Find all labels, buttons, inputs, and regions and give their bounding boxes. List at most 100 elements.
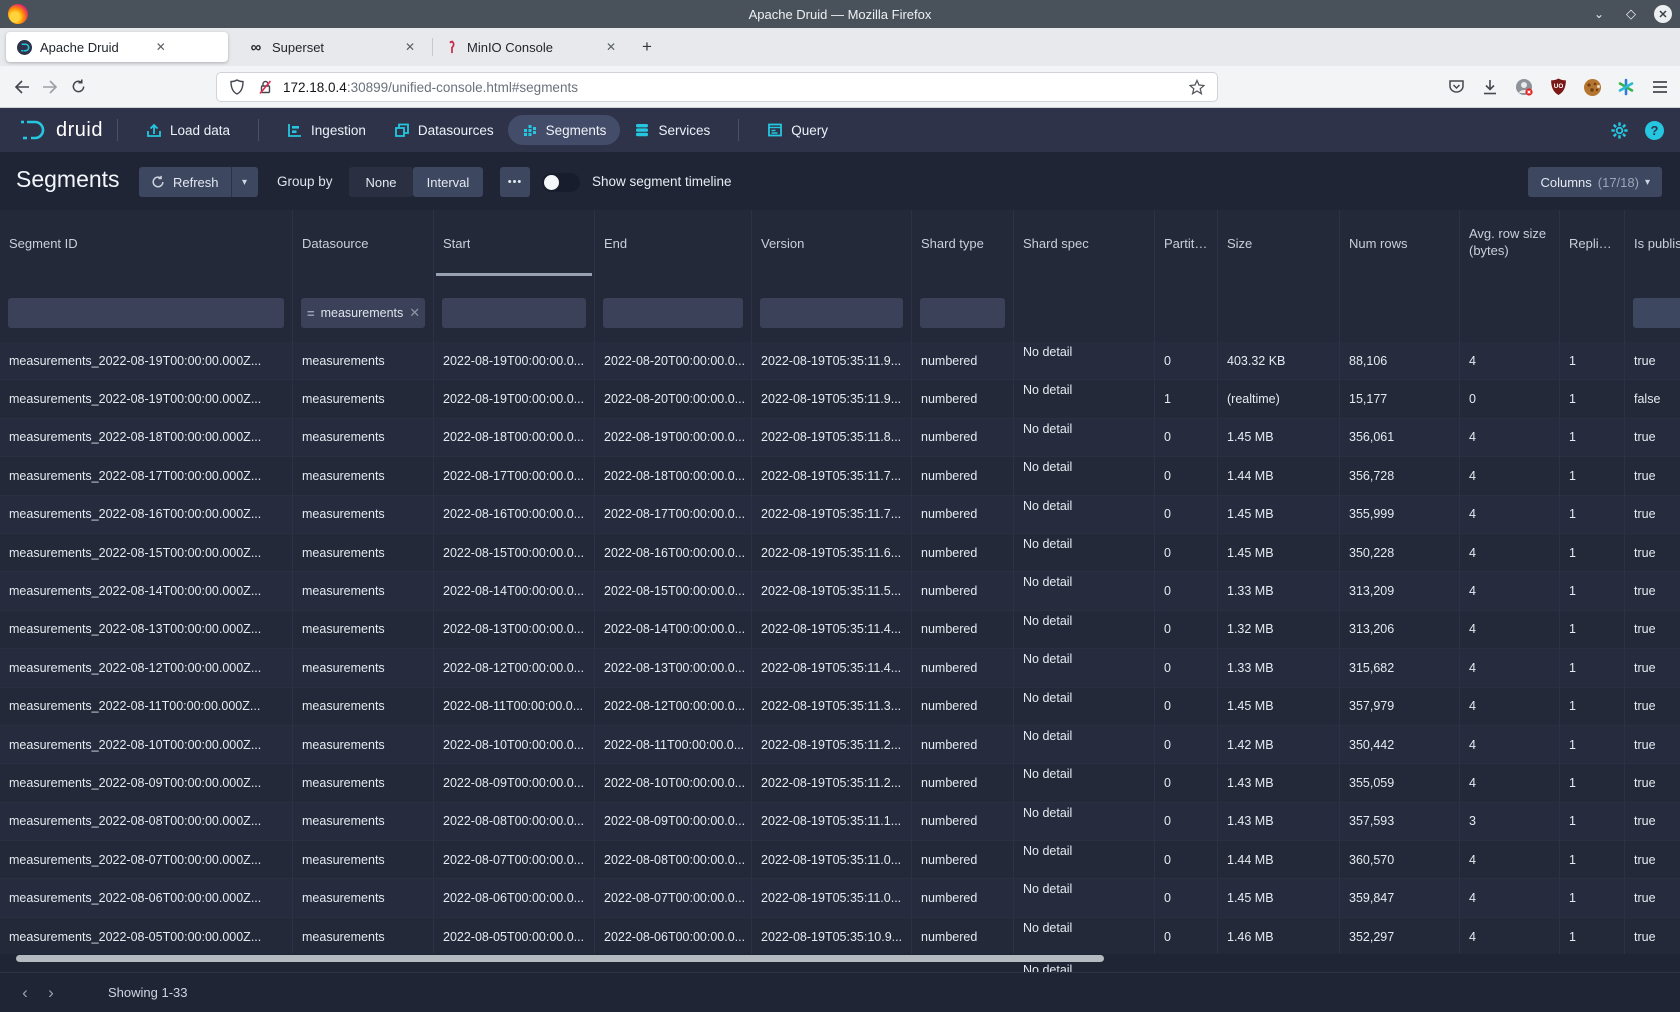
druid-brand[interactable]: druid [18,117,103,143]
cookie-icon[interactable] [1582,77,1602,97]
more-options-button[interactable]: ••• [500,167,530,197]
cell-shard-spec: No detail [1014,918,1155,954]
reload-icon[interactable] [64,73,92,101]
column-header-shard-type[interactable]: Shard type [912,210,1014,276]
column-header-version[interactable]: Version [752,210,912,276]
cell-is-published: true [1625,649,1680,687]
refresh-button[interactable]: Refresh [139,167,231,197]
filter-input-start[interactable] [442,298,586,328]
tab-close-icon[interactable]: ✕ [402,40,418,54]
firefox-logo-icon [8,4,28,24]
back-icon[interactable] [8,73,36,101]
group-by-none-button[interactable]: None [349,167,413,197]
column-header-segment-id[interactable]: Segment ID [0,210,293,276]
refresh-dropdown-button[interactable]: ▾ [231,167,258,197]
nav-item-datasources[interactable]: Datasources [380,115,508,145]
pocket-icon[interactable] [1446,77,1466,97]
nav-item-services[interactable]: Services [620,115,724,145]
cell-partition: 0 [1155,918,1218,954]
filter-input-segment-id[interactable] [8,298,284,328]
cell-shard-spec: No detail [1014,534,1155,572]
window-maximize-button[interactable]: ◇ [1622,5,1640,23]
column-header-label: Datasource [302,236,368,251]
next-page-icon[interactable]: › [38,980,64,1006]
table-row: measurements_2022-08-15T00:00:00.000Z...… [0,534,1680,572]
nav-item-ingestion[interactable]: Ingestion [273,115,380,145]
cell-num-rows: 15,177 [1340,380,1460,418]
nav-item-label: Load data [170,123,230,138]
window-minimize-button[interactable]: ⌄ [1590,5,1608,23]
cell-shard-type: numbered [912,688,1014,726]
pagination-footer: ‹ › Showing 1-33 [0,972,1680,1012]
tab-superset[interactable]: ∞ Superset ✕ [238,32,432,62]
column-header-avg-row-size[interactable]: Avg. row size (bytes) [1460,210,1560,276]
cell-shard-type: numbered [912,841,1014,879]
filter-input-version[interactable] [760,298,903,328]
column-header-size[interactable]: Size [1218,210,1340,276]
bookmark-star-icon[interactable] [1187,77,1207,97]
filter-value: measurements [321,306,404,320]
column-header-is-published[interactable]: Is published [1625,210,1680,276]
cell-num-rows: 360,570 [1340,841,1460,879]
column-header-end[interactable]: End [595,210,752,276]
cell-datasource: measurements [293,688,434,726]
window-close-button[interactable]: ✕ [1654,5,1672,23]
insecure-lock-icon[interactable] [255,77,275,97]
column-header-start[interactable]: Start [434,210,595,276]
cell-start: 2022-08-10T00:00:00.0... [434,726,595,764]
columns-button[interactable]: Columns (17/18) ▾ [1528,167,1662,197]
prev-page-icon[interactable]: ‹ [12,980,38,1006]
account-extension-icon[interactable] [1514,77,1534,97]
downloads-icon[interactable] [1480,77,1500,97]
nav-item-load-data[interactable]: Load data [132,115,244,145]
tab-close-icon[interactable]: ✕ [603,40,619,54]
url-text[interactable]: 172.18.0.4:30899/unified-console.html#se… [283,80,1179,95]
filter-tag-datasource[interactable]: =measurements✕ [301,298,425,328]
group-by-interval-button[interactable]: Interval [413,167,483,197]
clear-filter-icon[interactable]: ✕ [409,305,420,321]
cell-start: 2022-08-15T00:00:00.0... [434,534,595,572]
cell-end: 2022-08-06T00:00:00.0... [595,918,752,954]
is-published-show-button[interactable]: Show [1633,298,1680,328]
extension-asterisk-icon[interactable] [1616,77,1636,97]
cell-shard-spec: No detail [1014,419,1155,457]
group-by-segmented-control: None Interval [349,167,483,197]
column-header-num-rows[interactable]: Num rows [1340,210,1460,276]
cell-version: 2022-08-19T05:35:11.7... [752,457,912,495]
new-tab-button[interactable]: + [633,33,661,61]
nav-item-query[interactable]: Query [753,115,842,145]
table-body: measurements_2022-08-19T00:00:00.000Z...… [0,342,1680,954]
tab-label: MinIO Console [467,40,553,55]
column-header-replicas[interactable]: Replicas [1560,210,1625,276]
column-header-label: Start [443,236,470,251]
ublock-icon[interactable]: UO [1548,77,1568,97]
segments-table: Segment IDDatasourceStartEndVersionShard… [0,210,1680,954]
cell-avg-row-size: 4 [1460,534,1560,572]
forward-icon[interactable] [36,73,64,101]
filter-input-shard-type[interactable] [920,298,1005,328]
column-header-shard-spec[interactable]: Shard spec [1014,210,1155,276]
filter-input-end[interactable] [603,298,743,328]
segment-timeline-toggle[interactable] [542,173,580,192]
tab-close-icon[interactable]: ✕ [153,40,169,54]
url-bar[interactable]: 172.18.0.4:30899/unified-console.html#se… [216,72,1218,102]
horizontal-scrollbar[interactable] [16,955,1104,962]
table-filter-row: =measurements✕Show [0,276,1680,342]
hamburger-menu-icon[interactable] [1650,77,1670,97]
cell-partition: 0 [1155,419,1218,457]
columns-count: (17/18) [1598,175,1639,190]
cell-version: 2022-08-19T05:35:11.0... [752,879,912,917]
nav-item-segments[interactable]: Segments [508,115,621,145]
window-title: Apache Druid — Mozilla Firefox [0,7,1680,22]
filter-cell-is-published: Show [1625,276,1680,342]
shield-icon[interactable] [227,77,247,97]
cell-datasource: measurements [293,572,434,610]
tab-apache-druid[interactable]: Apache Druid ✕ [6,32,228,62]
cell-avg-row-size: 4 [1460,764,1560,802]
nav-item-label: Segments [546,123,607,138]
help-icon[interactable]: ? [1645,121,1664,140]
column-header-partition[interactable]: Partition [1155,210,1218,276]
settings-gear-icon[interactable] [1610,121,1629,140]
tab-minio-console[interactable]: MinIO Console ✕ [433,32,633,62]
column-header-datasource[interactable]: Datasource [293,210,434,276]
